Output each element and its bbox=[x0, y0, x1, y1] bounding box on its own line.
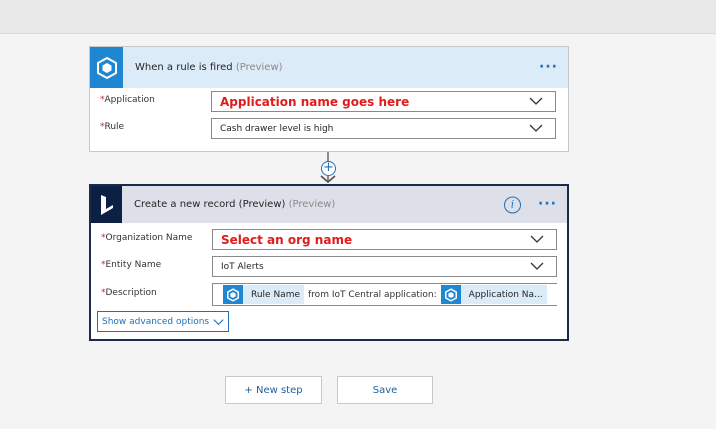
iot-central-icon bbox=[90, 47, 123, 88]
action-card: Create a new record (Preview) (Preview) … bbox=[89, 184, 569, 341]
application-row: *Application Application name goes here bbox=[90, 91, 568, 112]
description-text: from IoT Central application: bbox=[308, 289, 437, 300]
entity-label: *Entity Name bbox=[101, 260, 162, 270]
org-field[interactable]: Select an org name bbox=[212, 229, 557, 250]
new-step-button[interactable]: + New step bbox=[225, 376, 322, 404]
more-options-icon[interactable]: ··· bbox=[539, 59, 558, 75]
rule-field[interactable]: Cash drawer level is high bbox=[211, 118, 556, 139]
save-button[interactable]: Save bbox=[337, 376, 433, 404]
dynamics-icon bbox=[91, 186, 122, 223]
arrow-down-icon bbox=[320, 175, 336, 184]
chevron-down-icon[interactable] bbox=[530, 261, 544, 271]
rule-name-token[interactable]: Rule Name bbox=[223, 285, 305, 304]
rule-label: *Rule bbox=[100, 122, 125, 132]
iot-central-icon bbox=[440, 285, 461, 304]
application-field[interactable]: Application name goes here bbox=[211, 91, 556, 112]
action-header[interactable]: Create a new record (Preview) (Preview) … bbox=[91, 186, 567, 223]
top-bar bbox=[0, 0, 716, 34]
description-row: *Description Rule Name from IoT Central … bbox=[91, 283, 567, 306]
entity-row: *Entity Name IoT Alerts bbox=[91, 256, 567, 277]
entity-field[interactable]: IoT Alerts bbox=[212, 256, 557, 277]
trigger-header[interactable]: When a rule is fired (Preview) ··· bbox=[90, 47, 568, 88]
trigger-title: When a rule is fired (Preview) bbox=[135, 62, 283, 73]
rule-row: *Rule Cash drawer level is high bbox=[90, 118, 568, 139]
application-label: *Application bbox=[100, 95, 155, 105]
chevron-down-icon[interactable] bbox=[530, 234, 544, 244]
iot-central-icon bbox=[223, 285, 243, 304]
show-advanced-options-button[interactable]: Show advanced options bbox=[97, 311, 230, 332]
chevron-down-icon[interactable] bbox=[529, 123, 543, 133]
org-row: *Organization Name Select an org name bbox=[91, 229, 567, 250]
more-options-icon[interactable]: ··· bbox=[538, 196, 557, 212]
chevron-down-icon bbox=[213, 318, 224, 325]
info-icon[interactable]: i bbox=[504, 196, 521, 213]
org-label: *Organization Name bbox=[101, 233, 193, 243]
description-field[interactable]: Rule Name from IoT Central application: … bbox=[212, 283, 557, 306]
description-label: *Description bbox=[101, 288, 157, 298]
trigger-card: When a rule is fired (Preview) ··· *Appl… bbox=[89, 46, 569, 152]
chevron-down-icon[interactable] bbox=[529, 96, 543, 106]
application-name-token[interactable]: Application Na... bbox=[440, 285, 547, 304]
action-title: Create a new record (Preview) (Preview) bbox=[134, 199, 336, 210]
add-step-icon[interactable]: + bbox=[321, 161, 336, 176]
